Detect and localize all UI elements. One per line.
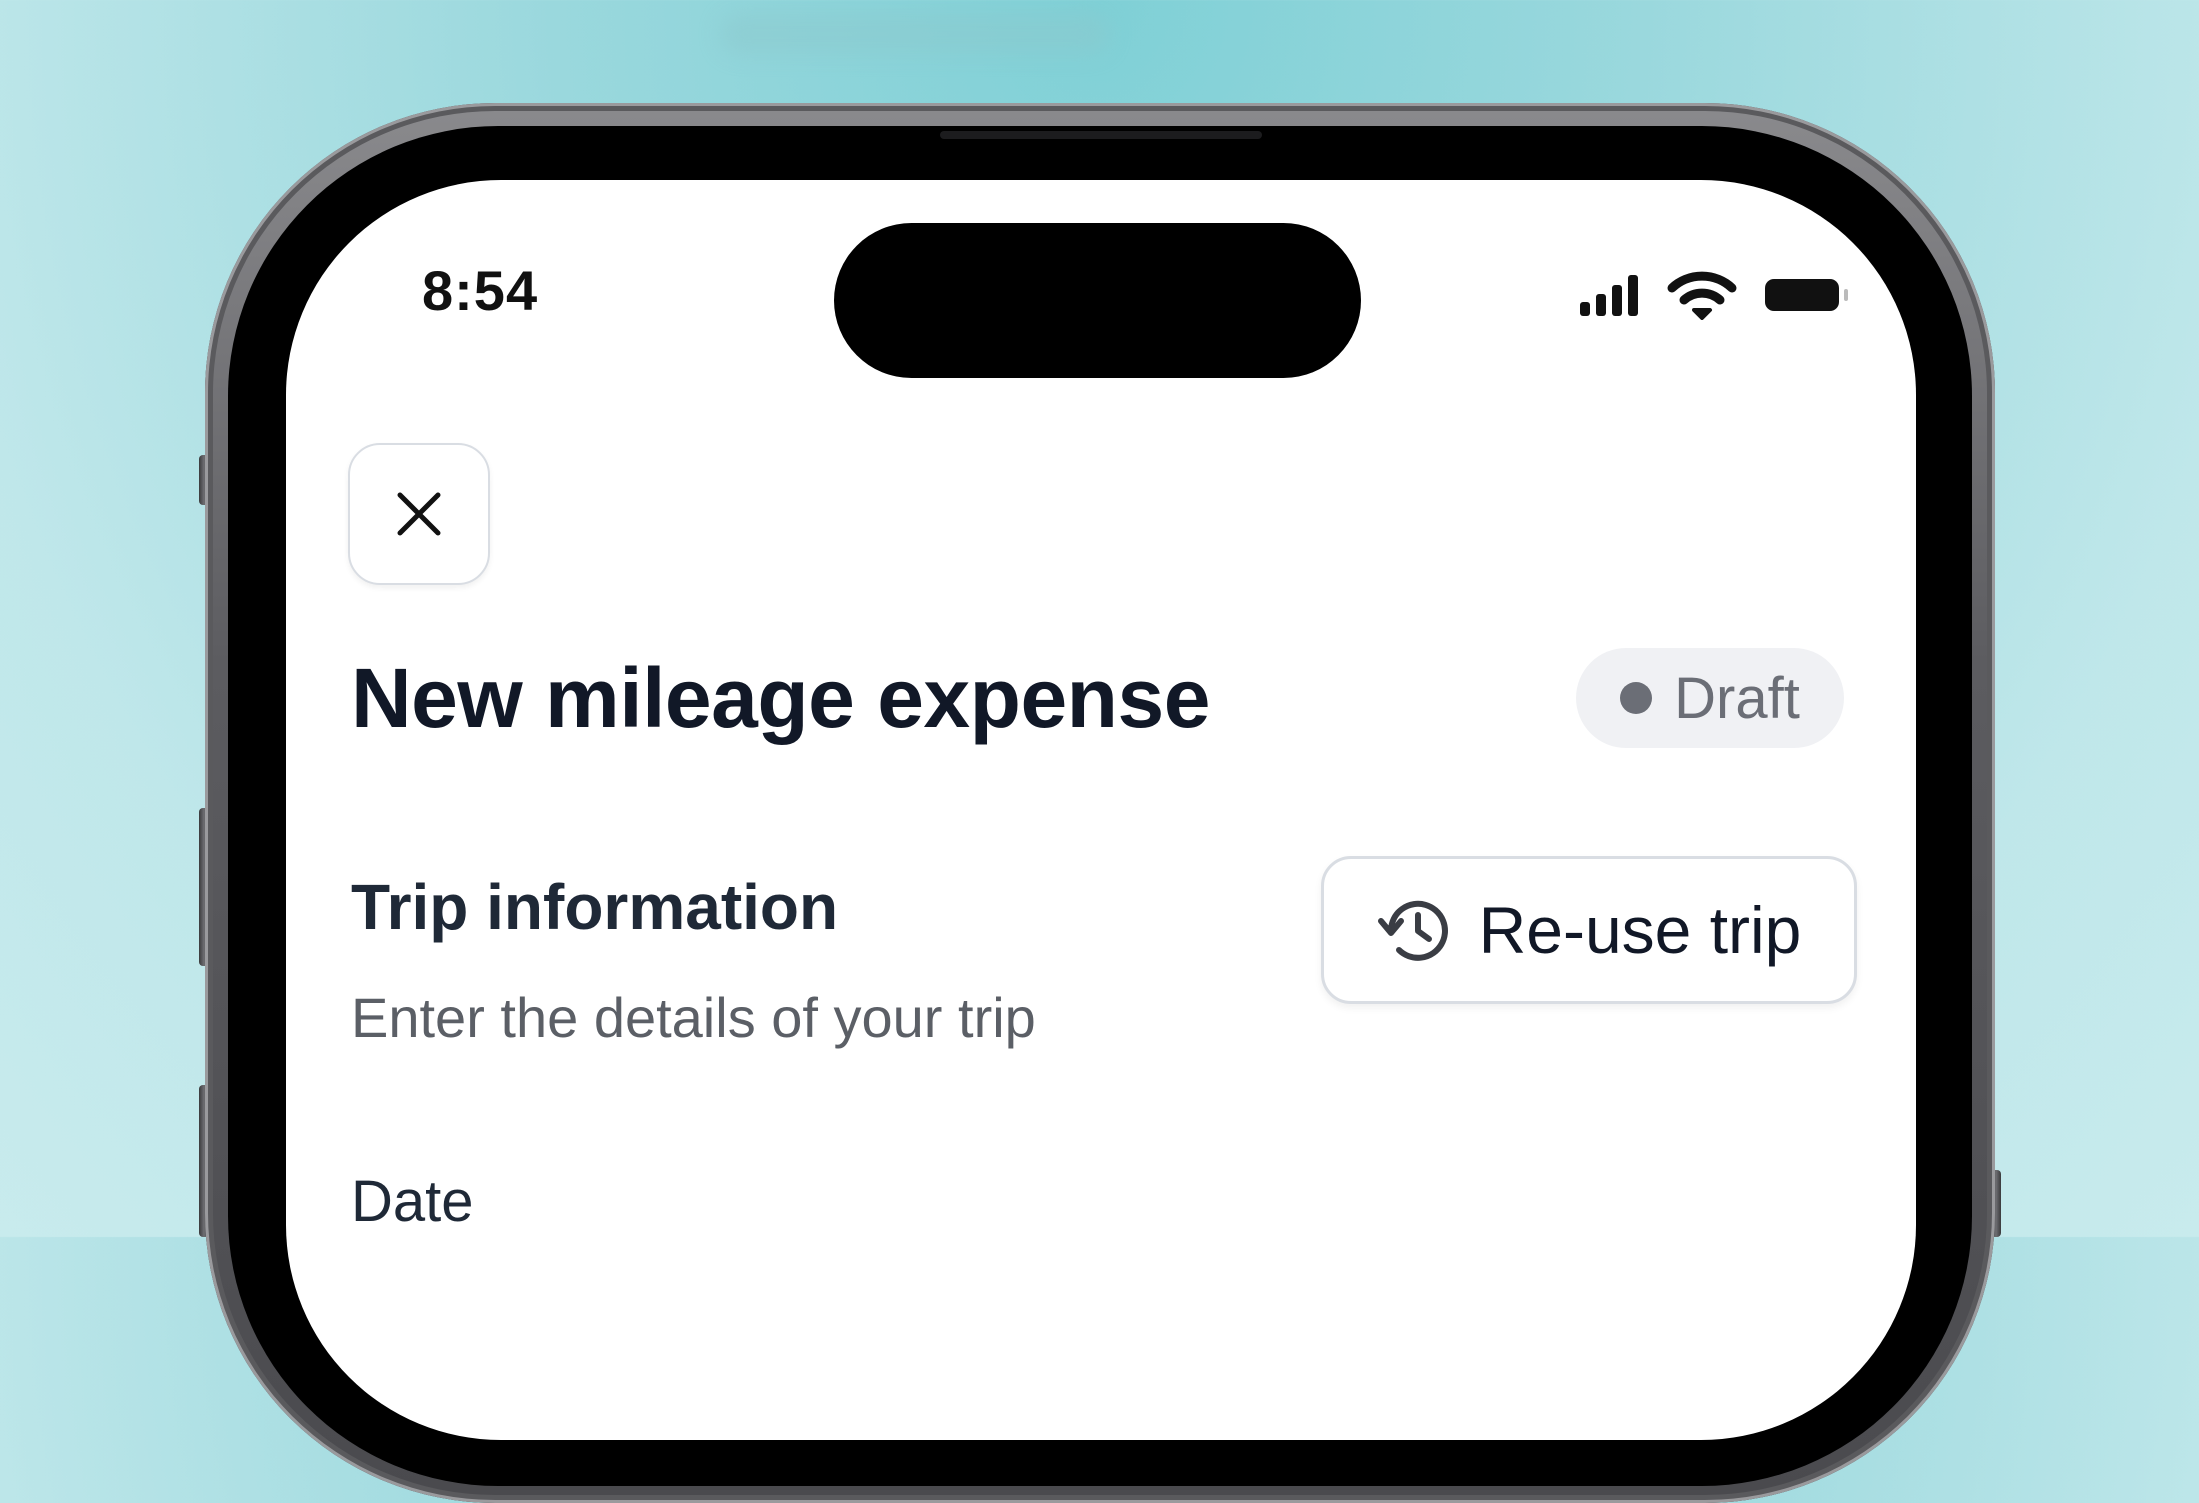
wifi-icon — [1667, 271, 1737, 320]
page-title: New mileage expense — [351, 651, 1210, 745]
section-title: Trip information — [351, 871, 839, 943]
status-badge: Draft — [1576, 648, 1844, 748]
battery-icon — [1765, 279, 1848, 311]
close-icon — [397, 492, 441, 536]
signal-icon — [1580, 275, 1638, 316]
dynamic-island — [834, 223, 1361, 378]
earpiece-speaker — [940, 131, 1262, 139]
close-button[interactable] — [348, 443, 490, 585]
reuse-trip-label: Re-use trip — [1478, 893, 1802, 967]
date-field-label: Date — [351, 1169, 474, 1234]
reuse-trip-button[interactable]: Re-use trip — [1321, 856, 1857, 1004]
status-icons — [1580, 270, 1860, 320]
status-dot — [1620, 682, 1653, 714]
status-badge-label: Draft — [1674, 665, 1800, 731]
section-subtitle: Enter the details of your trip — [351, 986, 1036, 1049]
background-blur — [720, 14, 1110, 54]
status-time: 8:54 — [422, 259, 539, 322]
history-icon — [1377, 900, 1448, 961]
